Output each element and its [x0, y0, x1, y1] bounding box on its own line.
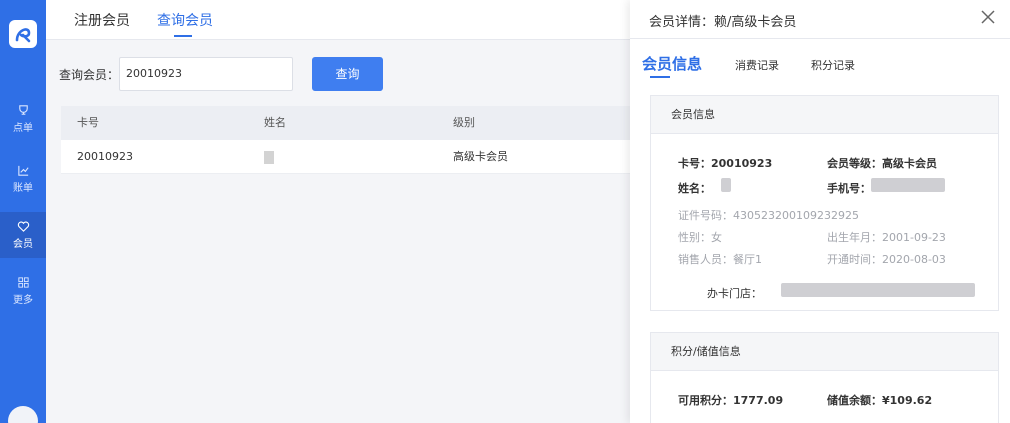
main-content [46, 40, 630, 423]
panel-title: 会员详情：赖/高级卡会员 [649, 15, 797, 30]
redacted-store-value [781, 283, 975, 297]
column-header-name: 姓名 [264, 116, 286, 129]
gender-text: 性别：女 [678, 231, 722, 244]
sidebar-item-label: 账单 [13, 183, 33, 194]
member-info-header: 会员信息 [651, 96, 998, 134]
chart-icon [17, 165, 29, 176]
heart-icon [17, 221, 29, 232]
member-table: 卡号 姓名 级别 20010923 高级卡会员 [61, 106, 630, 174]
grid-icon [17, 277, 29, 288]
column-header-level: 级别 [453, 116, 475, 129]
divider [630, 38, 1010, 39]
tab-member-info[interactable]: 会员信息 [642, 53, 702, 74]
query-button[interactable]: 查询 [312, 57, 383, 91]
sidebar: 点单 账单 会员 更多 [0, 0, 46, 423]
sidebar-item-label: 更多 [13, 295, 33, 306]
id-number-text: 证件号码：430523200109232925 [678, 209, 859, 222]
open-time-text: 开通时间：2020-08-03 [827, 253, 946, 266]
phone-label: 手机号： [827, 182, 871, 195]
sidebar-item-order[interactable]: 点单 [0, 96, 46, 142]
member-level-text: 会员等级：高级卡会员 [827, 157, 937, 170]
tab-consumption-records[interactable]: 消费记录 [735, 57, 779, 73]
member-detail-panel: 会员详情：赖/高级卡会员 会员信息 消费记录 积分记录 会员信息 卡号：2001… [630, 0, 1010, 423]
sales-person-text: 销售人员：餐厅1 [678, 253, 762, 266]
query-label: 查询会员： [59, 68, 120, 82]
redacted-phone-value [871, 178, 945, 192]
redacted-name [264, 151, 274, 164]
store-label: 办卡门店： [707, 287, 762, 300]
member-query-input[interactable]: 20010923 [119, 57, 293, 91]
tab-query-member[interactable]: 查询会员 [157, 10, 213, 30]
name-label: 姓名： [678, 182, 711, 195]
table-row[interactable]: 20010923 高级卡会员 [61, 140, 630, 174]
avatar[interactable] [8, 406, 38, 423]
top-tab-bar: 注册会员 查询会员 [46, 0, 630, 40]
available-points-text: 可用积分：1777.09 [678, 394, 784, 407]
sidebar-item-label: 点单 [13, 123, 33, 134]
sidebar-item-label: 会员 [13, 239, 33, 250]
trophy-icon [18, 105, 28, 115]
row-card-number: 20010923 [77, 150, 133, 163]
points-header: 积分/储值信息 [651, 333, 998, 371]
points-card: 积分/储值信息 可用积分：1777.09 储值余额：¥109.62 [650, 332, 999, 423]
tab-register-member[interactable]: 注册会员 [74, 10, 130, 30]
sidebar-item-more[interactable]: 更多 [0, 268, 46, 314]
redacted-name-value [721, 178, 731, 192]
row-member-level: 高级卡会员 [453, 150, 508, 163]
card-number-text: 卡号：20010923 [678, 157, 773, 170]
sidebar-item-bills[interactable]: 账单 [0, 156, 46, 202]
stored-balance-text: 储值余额：¥109.62 [827, 394, 933, 407]
active-tab-indicator [174, 35, 192, 37]
column-header-card: 卡号 [77, 116, 99, 129]
panel-tab-indicator [650, 76, 670, 78]
close-icon[interactable] [979, 8, 997, 26]
table-header: 卡号 姓名 级别 [61, 106, 630, 140]
tab-points-records[interactable]: 积分记录 [811, 57, 855, 73]
sidebar-item-members[interactable]: 会员 [0, 212, 46, 258]
app-logo-icon [9, 20, 37, 48]
birth-date-text: 出生年月：2001-09-23 [827, 231, 946, 244]
member-info-card: 会员信息 卡号：20010923 会员等级：高级卡会员 姓名： 手机号： 证件号… [650, 95, 999, 311]
